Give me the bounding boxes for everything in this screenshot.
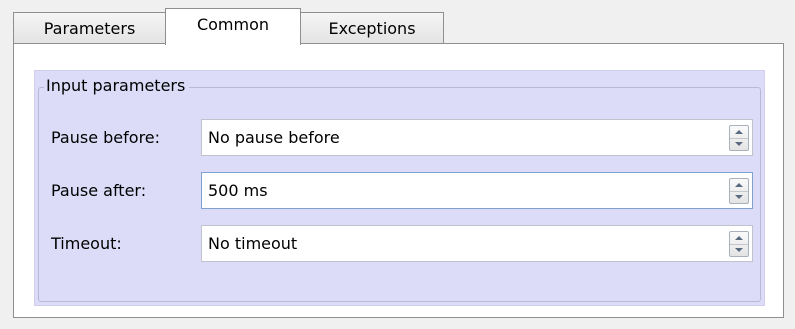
pause-after-field[interactable]: 500 ms	[201, 172, 753, 209]
timeout-label: Timeout:	[51, 234, 122, 253]
timeout-field[interactable]: No timeout	[201, 225, 753, 262]
pause-after-value: 500 ms	[208, 181, 268, 200]
tab-page-common: Input parameters Pause before: No pause …	[13, 43, 784, 318]
tab-parameters[interactable]: Parameters	[13, 12, 166, 44]
properties-panel: Parameters Common Exceptions Input param…	[0, 0, 795, 329]
pause-before-spinner[interactable]	[729, 125, 749, 151]
spin-down-arrow-icon[interactable]	[730, 191, 748, 203]
spin-down-arrow-icon[interactable]	[730, 244, 748, 256]
spin-down-arrow-icon[interactable]	[730, 138, 748, 150]
pause-before-value: No pause before	[208, 128, 340, 147]
pause-before-field[interactable]: No pause before	[201, 119, 753, 156]
tab-exceptions[interactable]: Exceptions	[300, 12, 444, 44]
pause-after-spinner[interactable]	[729, 178, 749, 204]
timeout-spinner[interactable]	[729, 231, 749, 257]
tab-common[interactable]: Common	[165, 8, 301, 45]
group-title: Input parameters	[44, 76, 190, 96]
timeout-value: No timeout	[208, 234, 298, 253]
pause-before-label: Pause before:	[51, 128, 161, 147]
input-parameters-group: Input parameters Pause before: No pause …	[34, 70, 765, 306]
pause-after-label: Pause after:	[51, 181, 147, 200]
